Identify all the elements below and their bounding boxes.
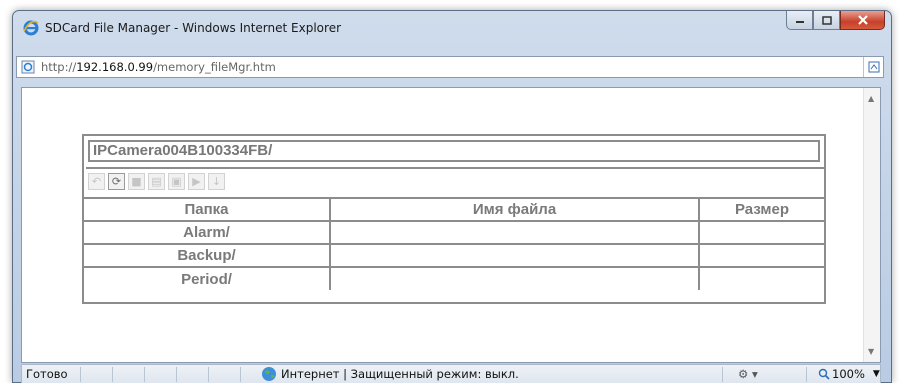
- back-button[interactable]: ↶: [88, 172, 105, 190]
- save-button[interactable]: ↓: [208, 172, 225, 190]
- zone-text: Интернет | Защищенный режим: выкл.: [281, 367, 519, 381]
- play-icon: ▶: [192, 174, 201, 188]
- delete-button[interactable]: ■: [128, 172, 145, 190]
- refresh-icon: ⟳: [111, 174, 122, 188]
- status-divider: [176, 367, 177, 382]
- ie-logo-icon: [23, 20, 39, 36]
- minimize-icon: [795, 21, 804, 23]
- delete-icon: ■: [131, 174, 142, 188]
- folder-cell[interactable]: Backup/: [84, 243, 331, 268]
- page-content: ▲ ▼ IPCamera004B100334FB/ ↶ ⟳ ■ ▤ ▣ ▶ ↓ …: [21, 87, 881, 363]
- table-row[interactable]: Period/: [84, 266, 824, 290]
- maximize-icon: [821, 15, 832, 25]
- scroll-down-icon[interactable]: ▼: [868, 347, 874, 356]
- compatibility-view-button[interactable]: [863, 57, 883, 77]
- status-divider: [208, 367, 209, 382]
- status-divider: [240, 367, 241, 382]
- caption-buttons: [786, 11, 885, 31]
- filename-cell: [329, 243, 700, 268]
- table-row[interactable]: Alarm/: [84, 220, 824, 245]
- file-table: Папка Имя файла Размер Alarm/ Backup/ Pe…: [84, 197, 824, 290]
- filename-cell: [329, 220, 700, 245]
- zoom-icon: [818, 368, 830, 380]
- page-icon: [21, 60, 35, 74]
- folder-cell[interactable]: Period/: [84, 266, 331, 290]
- status-divider: [80, 367, 81, 382]
- status-bar: Готово Интернет | Защищенный режим: выкл…: [21, 364, 881, 383]
- filename-cell: [329, 266, 700, 290]
- minimize-button[interactable]: [786, 11, 813, 30]
- status-divider: [112, 367, 113, 382]
- file-manager: IPCamera004B100334FB/ ↶ ⟳ ■ ▤ ▣ ▶ ↓ Папк…: [82, 134, 826, 304]
- chevron-down-icon: ▼: [872, 369, 880, 379]
- table-header-row: Папка Имя файла Размер: [84, 197, 824, 222]
- copy-icon: ▣: [171, 174, 182, 188]
- current-path: IPCamera004B100334FB/: [88, 140, 820, 162]
- close-icon: [857, 15, 868, 25]
- status-divider: [144, 367, 145, 382]
- status-divider: [722, 367, 723, 382]
- address-url[interactable]: http://192.168.0.99/memory_fileMgr.htm: [41, 60, 276, 74]
- maximize-button[interactable]: [813, 11, 840, 30]
- address-bar[interactable]: http://192.168.0.99/memory_fileMgr.htm: [16, 56, 884, 78]
- title-bar[interactable]: SDCard File Manager - Windows Internet E…: [13, 11, 891, 45]
- column-filename[interactable]: Имя файла: [329, 197, 700, 222]
- table-row[interactable]: Backup/: [84, 243, 824, 268]
- folder-cell[interactable]: Alarm/: [84, 220, 331, 245]
- size-cell: [698, 220, 824, 245]
- zoom-control[interactable]: 100% ▼: [818, 367, 880, 381]
- download-button[interactable]: ▤: [148, 172, 165, 190]
- window-title: SDCard File Manager - Windows Internet E…: [45, 21, 342, 35]
- status-divider: [806, 367, 807, 382]
- download-icon: ▤: [151, 174, 162, 188]
- save-icon: ↓: [211, 174, 222, 188]
- status-text: Готово: [26, 367, 68, 381]
- scroll-up-icon[interactable]: ▲: [868, 94, 874, 103]
- size-cell: [698, 266, 824, 290]
- back-icon: ↶: [91, 174, 102, 188]
- size-cell: [698, 243, 824, 268]
- globe-icon: [262, 367, 276, 381]
- compatibility-view-icon: [868, 61, 879, 73]
- column-size[interactable]: Размер: [698, 197, 824, 222]
- browser-window: SDCard File Manager - Windows Internet E…: [12, 10, 892, 383]
- protected-mode-dropdown[interactable]: ⚙ ▾: [738, 367, 758, 381]
- security-zone[interactable]: Интернет | Защищенный режим: выкл.: [261, 366, 519, 382]
- close-button[interactable]: [840, 11, 885, 30]
- vertical-scrollbar[interactable]: ▲ ▼: [863, 88, 880, 362]
- column-folder[interactable]: Папка: [84, 197, 331, 222]
- zoom-level: 100%: [832, 367, 865, 381]
- play-button[interactable]: ▶: [188, 172, 205, 190]
- refresh-button[interactable]: ⟳: [108, 172, 125, 190]
- copy-button[interactable]: ▣: [168, 172, 185, 190]
- file-toolbar: ↶ ⟳ ■ ▤ ▣ ▶ ↓: [86, 167, 824, 193]
